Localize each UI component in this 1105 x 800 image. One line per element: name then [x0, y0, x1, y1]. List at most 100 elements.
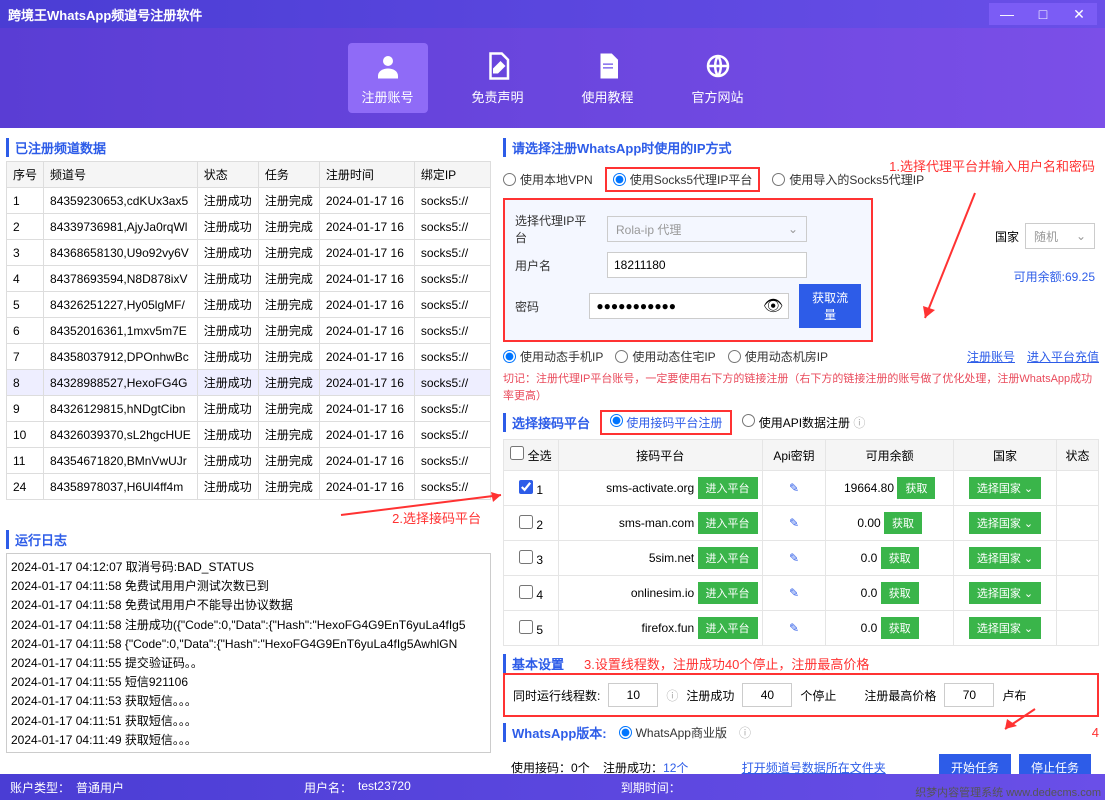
enter-platform-button[interactable]: 进入平台: [698, 617, 758, 639]
table-row[interactable]: 1084326039370,sL2hgcHUE注册成功注册完成2024-01-1…: [7, 422, 491, 448]
select-country-button[interactable]: 选择国家 ⌄: [969, 582, 1041, 604]
sms-row[interactable]: 35sim.net 进入平台✎0.0 获取选择国家 ⌄: [504, 541, 1099, 576]
table-row[interactable]: 184359230653,cdKUx3ax5注册成功注册完成2024-01-17…: [7, 188, 491, 214]
threads-input[interactable]: [608, 683, 658, 707]
sms-row[interactable]: 1sms-activate.org 进入平台✎19664.80 获取选择国家 ⌄: [504, 471, 1099, 506]
nav-disclaimer[interactable]: 免责声明: [458, 43, 538, 113]
fetch-balance-button[interactable]: 获取: [881, 582, 919, 604]
enter-platform-button[interactable]: 进入平台: [698, 477, 758, 499]
select-country-button[interactable]: 选择国家 ⌄: [969, 547, 1041, 569]
table-row[interactable]: 384368658130,U9o92vy6V注册成功注册完成2024-01-17…: [7, 240, 491, 266]
max-price-label: 注册最高价格: [864, 687, 936, 704]
col-time[interactable]: 注册时间: [319, 162, 414, 188]
sms-balance: 0.0: [861, 551, 878, 565]
recharge-link[interactable]: 进入平台充值: [1027, 348, 1099, 365]
log-box[interactable]: 2024-01-17 04:12:07 取消号码:BAD_STATUS2024-…: [6, 553, 491, 753]
table-row[interactable]: 584326251227,Hy05lgMF/注册成功注册完成2024-01-17…: [7, 292, 491, 318]
fetch-traffic-button[interactable]: 获取流量: [799, 284, 861, 328]
radio-local-vpn[interactable]: 使用本地VPN: [503, 171, 593, 188]
col-state[interactable]: 状态: [197, 162, 258, 188]
sms-row-checkbox[interactable]: [519, 620, 533, 634]
sms-platform-name: onlinesim.io: [631, 586, 694, 600]
enter-platform-button[interactable]: 进入平台: [698, 547, 758, 569]
edit-apikey-icon[interactable]: ✎: [789, 481, 799, 495]
open-folder-link[interactable]: 打开频道号数据所在文件夹: [742, 759, 886, 774]
minimize-button[interactable]: —: [989, 3, 1025, 25]
success-count-input[interactable]: [742, 683, 792, 707]
cell: 9: [7, 396, 44, 422]
radio-dyn-mobile[interactable]: 使用动态手机IP: [503, 348, 603, 365]
reg-account-link[interactable]: 注册账号: [967, 348, 1015, 365]
cell: 注册成功: [197, 370, 258, 396]
proxy-platform-dropdown[interactable]: Rola-ip 代理⌄: [607, 216, 807, 242]
maximize-button[interactable]: □: [1025, 3, 1061, 25]
username-label: 用户名: [515, 257, 597, 274]
sms-row[interactable]: 4onlinesim.io 进入平台✎0.0 获取选择国家 ⌄: [504, 576, 1099, 611]
cell: 84328988527,HexoFG4G: [44, 370, 198, 396]
table-row[interactable]: 884328988527,HexoFG4G注册成功注册完成2024-01-17 …: [7, 370, 491, 396]
col-idx[interactable]: 序号: [7, 162, 44, 188]
select-country-button[interactable]: 选择国家 ⌄: [969, 512, 1041, 534]
nav-tutorial[interactable]: 使用教程: [568, 43, 648, 113]
radio-use-sms-platform[interactable]: 使用接码平台注册: [600, 410, 732, 435]
select-country-button[interactable]: 选择国家 ⌄: [969, 617, 1041, 639]
annotation-3: 3.设置线程数，注册成功40个停止，注册最高价格: [584, 654, 869, 673]
col-channel[interactable]: 频道号: [44, 162, 198, 188]
enter-platform-button[interactable]: 进入平台: [698, 582, 758, 604]
balance-text: 可用余额:69.25: [1014, 268, 1095, 285]
radio-wa-business[interactable]: WhatsApp商业版: [619, 724, 727, 741]
table-row[interactable]: 1184354671820,BMnVwUJr注册成功注册完成2024-01-17…: [7, 448, 491, 474]
help-icon[interactable]: ⓘ: [739, 724, 751, 741]
radio-use-api[interactable]: 使用API数据注册 ⓘ: [742, 414, 865, 431]
close-button[interactable]: ✕: [1061, 3, 1097, 25]
cell: socks5://: [414, 318, 490, 344]
nav-official[interactable]: 官方网站: [678, 43, 758, 113]
edit-apikey-icon[interactable]: ✎: [789, 551, 799, 565]
cell: 8: [7, 370, 44, 396]
table-row[interactable]: 984326129815,hNDgtCibn注册成功注册完成2024-01-17…: [7, 396, 491, 422]
edit-apikey-icon[interactable]: ✎: [789, 586, 799, 600]
sms-row-checkbox[interactable]: [519, 480, 533, 494]
sms-row-checkbox[interactable]: [519, 550, 533, 564]
country-dropdown[interactable]: 随机⌄: [1025, 223, 1095, 249]
log-line: 2024-01-17 04:12:07 取消号码:BAD_STATUS: [11, 558, 486, 577]
password-input[interactable]: [589, 293, 789, 319]
edit-apikey-icon[interactable]: ✎: [789, 621, 799, 635]
radio-socks5-platform[interactable]: 使用Socks5代理IP平台: [605, 167, 761, 192]
cell: 注册成功: [197, 396, 258, 422]
radio-dyn-datacenter[interactable]: 使用动态机房IP: [728, 348, 828, 365]
sms-row-checkbox[interactable]: [519, 585, 533, 599]
table-row[interactable]: 484378693594,N8D878ixV注册成功注册完成2024-01-17…: [7, 266, 491, 292]
sms-row[interactable]: 2sms-man.com 进入平台✎0.00 获取选择国家 ⌄: [504, 506, 1099, 541]
sms-row-checkbox[interactable]: [519, 515, 533, 529]
fetch-balance-button[interactable]: 获取: [881, 617, 919, 639]
fetch-balance-button[interactable]: 获取: [897, 477, 935, 499]
username-input[interactable]: [607, 252, 807, 278]
table-row[interactable]: 284339736981,AjyJa0rqWl注册成功注册完成2024-01-1…: [7, 214, 491, 240]
fetch-balance-button[interactable]: 获取: [881, 547, 919, 569]
cell: 84358037912,DPOnhwBc: [44, 344, 198, 370]
radio-dyn-residential[interactable]: 使用动态住宅IP: [615, 348, 715, 365]
cell: 5: [7, 292, 44, 318]
radio-import-socks5[interactable]: 使用导入的Socks5代理IP: [772, 171, 924, 188]
edit-apikey-icon[interactable]: ✎: [789, 516, 799, 530]
nav-disclaimer-label: 免责声明: [471, 87, 523, 106]
max-price-input[interactable]: [944, 683, 994, 707]
cell: 2024-01-17 16: [319, 370, 414, 396]
help-icon[interactable]: ⓘ: [853, 416, 865, 430]
eye-icon[interactable]: 👁: [763, 296, 783, 316]
sms-table: 全选 接码平台 Api密钥 可用余额 国家 状态 1sms-activate.o…: [503, 439, 1099, 646]
start-task-button[interactable]: 开始任务: [939, 754, 1011, 774]
enter-platform-button[interactable]: 进入平台: [698, 512, 758, 534]
sms-row[interactable]: 5firefox.fun 进入平台✎0.0 获取选择国家 ⌄: [504, 611, 1099, 646]
nav-register[interactable]: 注册账号: [348, 43, 428, 113]
select-all-checkbox[interactable]: [510, 446, 524, 460]
col-ip[interactable]: 绑定IP: [414, 162, 490, 188]
fetch-balance-button[interactable]: 获取: [884, 512, 922, 534]
select-country-button[interactable]: 选择国家 ⌄: [969, 477, 1041, 499]
stop-task-button[interactable]: 停止任务: [1019, 754, 1091, 774]
help-icon[interactable]: ⓘ: [666, 687, 678, 704]
table-row[interactable]: 784358037912,DPOnhwBc注册成功注册完成2024-01-17 …: [7, 344, 491, 370]
table-row[interactable]: 684352016361,1mxv5m7E注册成功注册完成2024-01-17 …: [7, 318, 491, 344]
col-task[interactable]: 任务: [258, 162, 319, 188]
